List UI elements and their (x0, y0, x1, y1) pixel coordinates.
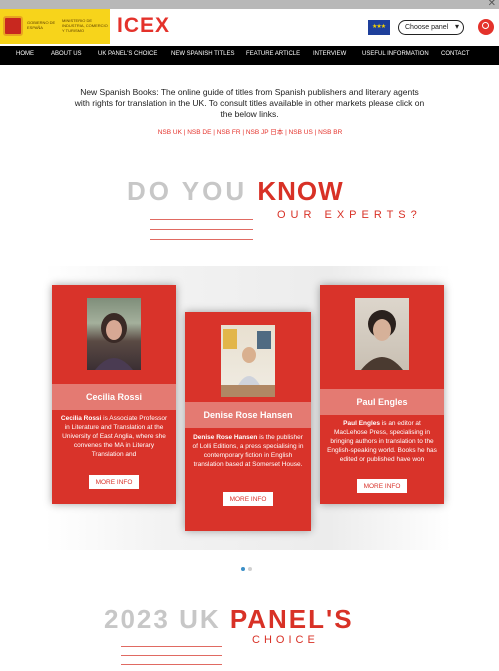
expert-card[interactable]: Cecilia Rossi Cecilia Rossi is Associate… (52, 285, 176, 504)
nav-contact[interactable]: CONTACT (441, 51, 470, 57)
panel-select[interactable]: Choose panel ▾ (398, 20, 464, 35)
coat-of-arms-icon (3, 16, 23, 36)
expert-bio-name: Cecilia Rossi (60, 415, 102, 422)
carousel-dot-active[interactable] (241, 567, 245, 571)
experts-heading-grey: DO YOU (127, 176, 258, 206)
nav-home[interactable]: HOME (16, 51, 34, 57)
panel-heading-red: PANEL'S (229, 604, 354, 634)
icex-logo[interactable]: ICEX (117, 14, 170, 38)
expert-photo (355, 298, 409, 370)
expert-photo (87, 298, 141, 370)
divider (121, 664, 222, 665)
eu-stars: ★★★ (372, 24, 386, 30)
nav-feature-article[interactable]: FEATURE ARTICLE (246, 51, 300, 57)
more-info-button[interactable]: MORE INFO (357, 479, 407, 493)
gov-name: GOBIERNO DE ESPAÑA (27, 20, 56, 30)
more-info-button[interactable]: MORE INFO (223, 492, 273, 506)
expert-name: Cecilia Rossi (52, 384, 176, 410)
experts-heading: DO YOU KNOW (127, 176, 344, 207)
experts-heading-red: KNOW (257, 176, 344, 206)
expert-bio-name: Denise Rose Hansen (193, 434, 258, 441)
carousel-pagination (241, 558, 255, 576)
main-nav: HOME ABOUT US UK PANEL'S CHOICE NEW SPAN… (0, 46, 499, 65)
expert-bio-name: Paul Engles (343, 420, 381, 427)
portrait-icon (95, 313, 133, 370)
government-logo[interactable]: GOBIERNO DE ESPAÑA MINISTERIO DE INDUSTR… (0, 9, 110, 44)
expert-card[interactable]: Paul Engles Paul Engles is an editor at … (320, 285, 444, 504)
divider (150, 239, 253, 240)
eu-flag-icon: ★★★ (368, 20, 390, 35)
expert-bio: Cecilia Rossi is Associate Professor in … (59, 414, 169, 462)
panel-heading-grey: 2023 UK (104, 604, 230, 634)
carousel-dot[interactable] (248, 567, 252, 571)
divider (121, 655, 222, 656)
nav-new-spanish-titles[interactable]: NEW SPANISH TITLES (171, 51, 234, 57)
expert-bio: Denise Rose Hansen is the publisher of L… (192, 433, 304, 481)
nav-interview[interactable]: INTERVIEW (313, 51, 346, 57)
portrait-icon (361, 310, 403, 370)
intro-text: New Spanish Books: The online guide of t… (74, 87, 425, 119)
more-info-button[interactable]: MORE INFO (89, 475, 139, 489)
experts-carousel[interactable]: Cecilia Rossi Cecilia Rossi is Associate… (45, 266, 451, 550)
chevron-down-icon: ▾ (454, 22, 459, 31)
divider (121, 646, 222, 647)
divider (150, 229, 253, 230)
portrait-icon (221, 329, 275, 397)
nav-about-us[interactable]: ABOUT US (51, 51, 82, 57)
expert-card[interactable]: Denise Rose Hansen Denise Rose Hansen is… (185, 312, 311, 531)
expert-bio: Paul Engles is an editor at MacLehose Pr… (327, 419, 437, 467)
expert-name: Paul Engles (320, 389, 444, 415)
experts-subheading: OUR EXPERTS? (277, 209, 422, 221)
expert-name: Denise Rose Hansen (185, 402, 311, 428)
nav-uk-panels-choice[interactable]: UK PANEL'S CHOICE (98, 51, 157, 57)
ministry-name: MINISTERIO DE INDUSTRIA, COMERCIO Y TURI… (62, 18, 108, 33)
nav-useful-information[interactable]: USEFUL INFORMATION (362, 51, 429, 57)
panel-select-value: Choose panel (405, 24, 449, 31)
panel-subheading: CHOICE (252, 634, 319, 646)
divider (150, 219, 253, 220)
panel-heading: 2023 UK PANEL'S (104, 604, 354, 635)
site-header: GOBIERNO DE ESPAÑA MINISTERIO DE INDUSTR… (0, 9, 499, 46)
market-links[interactable]: NSB UK | NSB DE | NSB FR | NSB JP 日本 | N… (100, 126, 400, 136)
search-icon[interactable] (478, 19, 494, 35)
expert-photo (221, 325, 275, 397)
browser-top-strip: ✕ (0, 0, 499, 9)
